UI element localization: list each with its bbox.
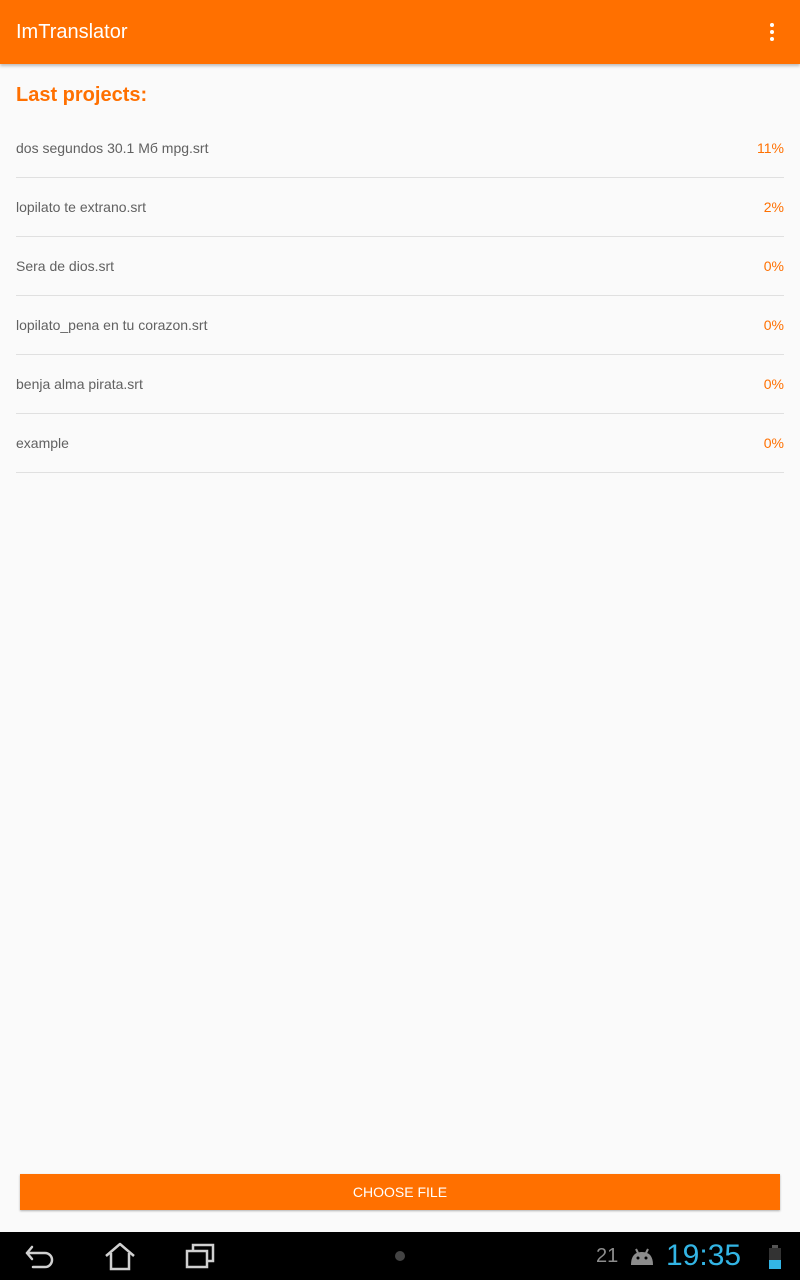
section-title: Last projects:	[16, 84, 148, 106]
android-debug-icon	[628, 1243, 656, 1269]
project-row[interactable]: example 0%	[16, 414, 784, 473]
project-progress: 0%	[763, 258, 784, 274]
project-row[interactable]: lopilato_pena en tu corazon.srt 0%	[16, 296, 784, 355]
clock: 19:35	[666, 1239, 742, 1272]
project-progress: 11%	[757, 140, 784, 156]
project-name: Sera de dios.srt	[16, 258, 115, 274]
back-icon[interactable]	[22, 1240, 58, 1272]
project-row[interactable]: lopilato te extrano.srt 2%	[16, 178, 784, 237]
recent-apps-icon[interactable]	[182, 1240, 218, 1272]
project-name: benja alma pirata.srt	[16, 376, 143, 392]
projects-list: dos segundos 30.1 Мб mpg.srt 11% lopilat…	[16, 119, 784, 473]
project-name: example	[16, 435, 69, 451]
project-progress: 0%	[763, 376, 784, 392]
battery-icon	[768, 1244, 782, 1270]
project-row[interactable]: benja alma pirata.srt 0%	[16, 355, 784, 414]
project-name: dos segundos 30.1 Мб mpg.srt	[16, 140, 209, 156]
project-row[interactable]: Sera de dios.srt 0%	[16, 237, 784, 296]
overflow-menu-icon[interactable]	[756, 16, 788, 48]
system-navigation-bar: 21 19:35	[0, 1232, 800, 1280]
notification-count: 21	[596, 1245, 619, 1267]
project-progress: 2%	[763, 199, 784, 215]
project-name: lopilato te extrano.srt	[16, 199, 146, 215]
choose-file-button[interactable]: CHOOSE FILE	[20, 1174, 780, 1210]
project-progress: 0%	[763, 317, 784, 333]
project-progress: 0%	[763, 435, 784, 451]
project-row[interactable]: dos segundos 30.1 Мб mpg.srt 11%	[16, 119, 784, 178]
home-icon[interactable]	[102, 1240, 138, 1272]
app-bar: ImTranslator	[0, 0, 800, 64]
project-name: lopilato_pena en tu corazon.srt	[16, 317, 208, 333]
app-title: ImTranslator	[16, 21, 128, 43]
indicator-dot	[395, 1251, 405, 1261]
